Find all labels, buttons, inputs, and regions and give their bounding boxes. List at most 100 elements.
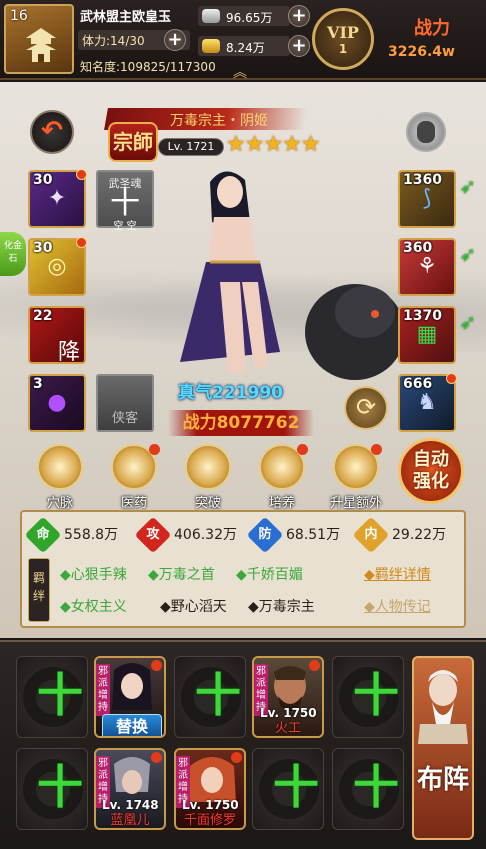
auto-enhance-button[interactable]: 自动 强化	[398, 438, 464, 504]
hero-portrait	[180, 171, 400, 380]
claw-icon: ✦	[47, 186, 67, 211]
player-name: 武林盟主欧皇玉	[80, 10, 172, 25]
lineup-hero-card[interactable]: 邪派增持 Lv. 1750 千面修罗	[174, 748, 246, 830]
power-value: 3226.4w	[388, 44, 455, 60]
vip-level: 1	[338, 42, 348, 56]
add-silver-button[interactable]: +	[288, 5, 310, 27]
bond-item[interactable]: ◆野心滔天	[160, 596, 227, 616]
vip-badge[interactable]: VIP 1	[312, 8, 374, 70]
master-portrait-button[interactable]	[406, 112, 446, 152]
vip-label: VIP	[327, 23, 359, 42]
bond-item[interactable]: ◆万毒之首	[148, 564, 215, 584]
bond-item[interactable]: ◆心狠手辣	[60, 564, 127, 584]
equip-slot-orb[interactable]: ● 3	[28, 374, 86, 432]
hero-name: 蓝凰儿	[110, 813, 150, 828]
bond-item[interactable]: ◆万毒宗主	[248, 596, 315, 616]
formation-button[interactable]: 布阵	[412, 656, 474, 840]
blue-blade-icon: ⟆	[422, 186, 432, 211]
replace-button[interactable]: 替换	[102, 714, 162, 736]
scholar-icon	[185, 444, 231, 490]
notification-dot	[151, 660, 162, 671]
star-up-button[interactable]: 升星额外	[328, 444, 384, 514]
pagoda-icon	[26, 28, 56, 62]
action-label: 培养	[268, 496, 295, 511]
side-tab-refine[interactable]: 化金石	[0, 232, 26, 276]
empty-lineup-slot[interactable]: 十	[16, 656, 88, 738]
martial-soul-slot[interactable]: 武圣魂 十 空 空	[96, 170, 154, 232]
slot-level: 360	[403, 240, 433, 256]
empty-lineup-slot[interactable]: 十	[174, 656, 246, 738]
add-hero-plus-icon: 十	[37, 668, 83, 722]
stat-attack: 攻 406.32万	[134, 516, 237, 554]
notification-dot	[371, 444, 382, 455]
silver-amount: 96.65万	[226, 11, 273, 25]
true-qi-value: 真气221990	[178, 383, 283, 403]
upgrade-arrow-icon: ➶	[459, 174, 476, 198]
soul-plus-icon: 十	[110, 186, 140, 221]
guest-slot[interactable]: 侠客	[96, 374, 154, 432]
equip-slot-skill[interactable]: 降 22	[28, 306, 86, 365]
biography-link[interactable]: ◆人物传记	[364, 596, 431, 616]
empty-lineup-slot[interactable]: 十	[16, 748, 88, 830]
cultivate-button[interactable]: 培养	[254, 444, 310, 514]
notification-dot	[231, 752, 242, 763]
mount-slot[interactable]: ♞ 666	[398, 373, 457, 432]
hero-name: 千面修罗	[183, 813, 236, 828]
swap-hero-button[interactable]: ⟳	[344, 386, 388, 430]
top-status-bar: 16 武林盟主欧皇玉 体力:14/30 + 知名度:109825/117300 …	[0, 0, 486, 82]
bond-item[interactable]: ◆千娇百媚	[236, 564, 303, 584]
soul-sub: 空 空	[113, 221, 137, 232]
auto-line2: 强化	[413, 471, 449, 492]
stat-value: 406.32万	[174, 527, 237, 543]
martial-book-slot-2[interactable]: ⚘ 360 ➶	[398, 238, 476, 296]
martial-book-slot-1[interactable]: ⟆ 1360 ➶	[398, 170, 476, 228]
notification-dot	[446, 373, 457, 384]
player-avatar[interactable]: 16	[4, 4, 74, 74]
add-hero-plus-icon: 十	[195, 668, 241, 722]
slot-level: 30	[33, 240, 53, 256]
silver-ingot-icon	[202, 9, 220, 23]
slot-level: 3	[33, 376, 43, 392]
elder-portrait	[418, 670, 468, 744]
slot-level: 1360	[403, 172, 442, 188]
add-stamina-button[interactable]: +	[164, 29, 186, 51]
meridian-button[interactable]: 穴脉	[32, 444, 88, 514]
lineup-hero-card[interactable]: 邪派增持 Lv. 1750 火工	[252, 656, 324, 738]
add-hero-plus-icon: 十	[37, 760, 83, 814]
slot-level: 22	[33, 308, 53, 324]
purple-orb-icon: ●	[47, 390, 67, 415]
empty-lineup-slot[interactable]: 十	[332, 748, 404, 830]
health-icon: 命	[24, 516, 62, 554]
equip-slot-weapon[interactable]: ✦ 30	[28, 169, 87, 228]
collapse-chevron-icon[interactable]: ︽	[233, 62, 247, 82]
martial-book-slot-3[interactable]: ▦ 1370 ➶	[398, 306, 476, 364]
add-gold-button[interactable]: +	[288, 35, 310, 57]
bond-item[interactable]: ◆女权主义	[60, 596, 127, 616]
hero-title: 万毒宗主・阴姬	[170, 113, 268, 129]
equip-slot-ring[interactable]: ◎ 30	[28, 237, 87, 296]
lineup-formation: 十 邪派增持 替换 十 邪派增持 Lv. 1750 火工 十 十 邪派增持 Lv…	[0, 640, 486, 849]
lineup-hero-card[interactable]: 邪派增持 Lv. 1748 蓝凰儿	[94, 748, 166, 830]
empty-lineup-slot[interactable]: 十	[332, 656, 404, 738]
lineup-hero-card[interactable]: 邪派增持 替换	[94, 656, 166, 738]
slot-level: 1370	[403, 308, 442, 324]
notification-dot	[76, 237, 87, 248]
add-hero-plus-icon: 十	[273, 760, 319, 814]
add-hero-plus-icon: 十	[353, 668, 399, 722]
back-button[interactable]: ↶	[30, 110, 74, 154]
notification-dot	[151, 752, 162, 763]
medicine-button[interactable]: 医药	[106, 444, 162, 514]
beast-icon: ♞	[417, 390, 437, 415]
breakthrough-button[interactable]: 突破	[180, 444, 236, 514]
slot-level: 30	[33, 172, 53, 188]
empty-lineup-slot[interactable]: 十	[252, 748, 324, 830]
add-hero-plus-icon: 十	[353, 760, 399, 814]
notification-dot	[309, 660, 320, 671]
notification-dot	[76, 169, 87, 180]
formation-label: 布阵	[416, 765, 469, 795]
stat-inner-force: 内 29.22万	[352, 516, 446, 554]
upgrade-arrow-icon: ➶	[459, 242, 476, 266]
attack-icon: 攻	[134, 516, 172, 554]
bond-details-link[interactable]: ◆羁绊详情	[364, 564, 431, 584]
realm-badge: 宗師	[108, 122, 158, 162]
